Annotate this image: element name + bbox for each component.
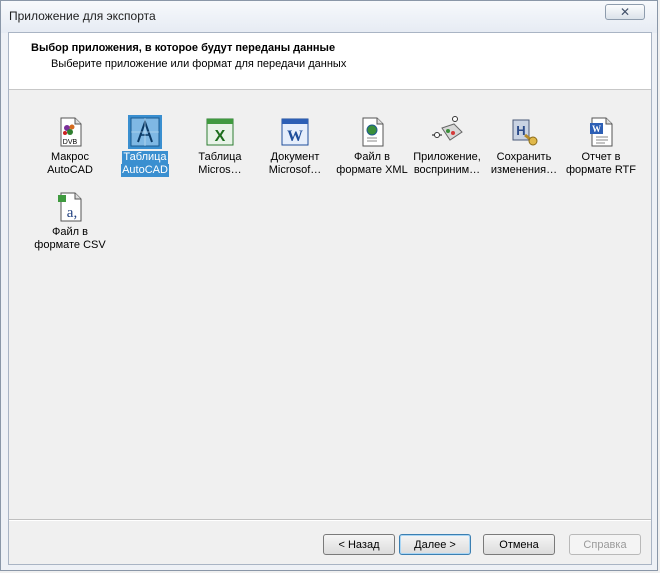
word-icon: W — [278, 115, 312, 149]
item-label-line2: формате CSV — [34, 239, 106, 251]
svg-text:H: H — [516, 123, 525, 138]
autocad-table-icon — [128, 115, 162, 149]
export-item-autocad-table[interactable]: Таблица AutoCAD — [108, 115, 182, 177]
title-bar: Приложение для экспорта ✕ — [1, 1, 657, 33]
close-button[interactable]: ✕ — [605, 4, 645, 20]
svg-text:X: X — [215, 128, 226, 145]
next-button[interactable]: Далее > — [399, 534, 471, 555]
item-label-line1: Макрос — [51, 151, 89, 163]
close-icon: ✕ — [619, 5, 631, 19]
item-label-line2: Micros… — [198, 164, 242, 176]
item-label-line1: Документ — [270, 151, 320, 163]
header-title: Выбор приложения, в которое будут переда… — [31, 42, 336, 54]
header-subtitle: Выберите приложение или формат для перед… — [51, 58, 347, 70]
csv-file-icon: a, — [53, 190, 87, 224]
item-label-line1: Сохранить — [496, 151, 552, 163]
export-item-rtf-report[interactable]: W Отчет в формате RTF — [564, 115, 638, 177]
item-label-line2: изменения… — [490, 164, 558, 176]
item-label-line2: Microsof… — [268, 164, 322, 176]
item-label-line1: Таблица — [198, 151, 242, 163]
app-receiver-icon — [430, 115, 464, 149]
item-label-line1: Приложение, — [413, 151, 481, 163]
export-item-excel-table[interactable]: X Таблица Micros… — [183, 115, 257, 177]
export-item-csv-file[interactable]: a, Файл в формате CSV — [33, 190, 107, 252]
export-item-word-document[interactable]: W Документ Microsof… — [258, 115, 332, 177]
item-label-line1: Таблица — [122, 151, 168, 164]
export-dialog-window: Приложение для экспорта ✕ Выбор приложен… — [0, 0, 658, 571]
rtf-report-icon: W — [584, 115, 618, 149]
svg-text:a,: a, — [67, 205, 77, 221]
item-label-line1: Файл в — [52, 226, 88, 238]
item-label-line2: AutoCAD — [47, 164, 93, 176]
export-item-xml-file[interactable]: Файл в формате XML — [335, 115, 409, 177]
window-title: Приложение для экспорта — [9, 9, 156, 23]
svg-text:W: W — [592, 124, 601, 134]
item-label-line2: формате XML — [336, 164, 408, 176]
item-label-line2: восприним… — [413, 164, 481, 176]
export-item-receiving-app[interactable]: Приложение, восприним… — [410, 115, 484, 177]
dialog-client-area: Выбор приложения, в которое будут переда… — [8, 32, 652, 565]
back-button[interactable]: < Назад — [323, 534, 395, 555]
svg-text:DVB: DVB — [63, 139, 78, 146]
export-item-autocad-macro[interactable]: DVB Макрос AutoCAD — [33, 115, 107, 177]
item-label-line1: Отчет в — [581, 151, 621, 163]
header-panel: Выбор приложения, в которое будут переда… — [9, 33, 651, 90]
dvb-macro-icon: DVB — [53, 115, 87, 149]
cancel-button[interactable]: Отмена — [483, 534, 555, 555]
xml-file-icon — [355, 115, 389, 149]
excel-icon: X — [203, 115, 237, 149]
item-label-line2: AutoCAD — [121, 164, 169, 177]
item-label-line1: Файл в — [354, 151, 390, 163]
footer-separator — [9, 519, 651, 521]
export-item-save-changes[interactable]: H Сохранить изменения… — [487, 115, 561, 177]
help-button: Справка — [569, 534, 641, 555]
item-label-line2: формате RTF — [566, 164, 636, 176]
export-targets-list: DVB Макрос AutoCAD Таблица AutoCAD X Таб… — [9, 90, 651, 515]
save-changes-icon: H — [507, 115, 541, 149]
svg-text:W: W — [287, 128, 303, 145]
